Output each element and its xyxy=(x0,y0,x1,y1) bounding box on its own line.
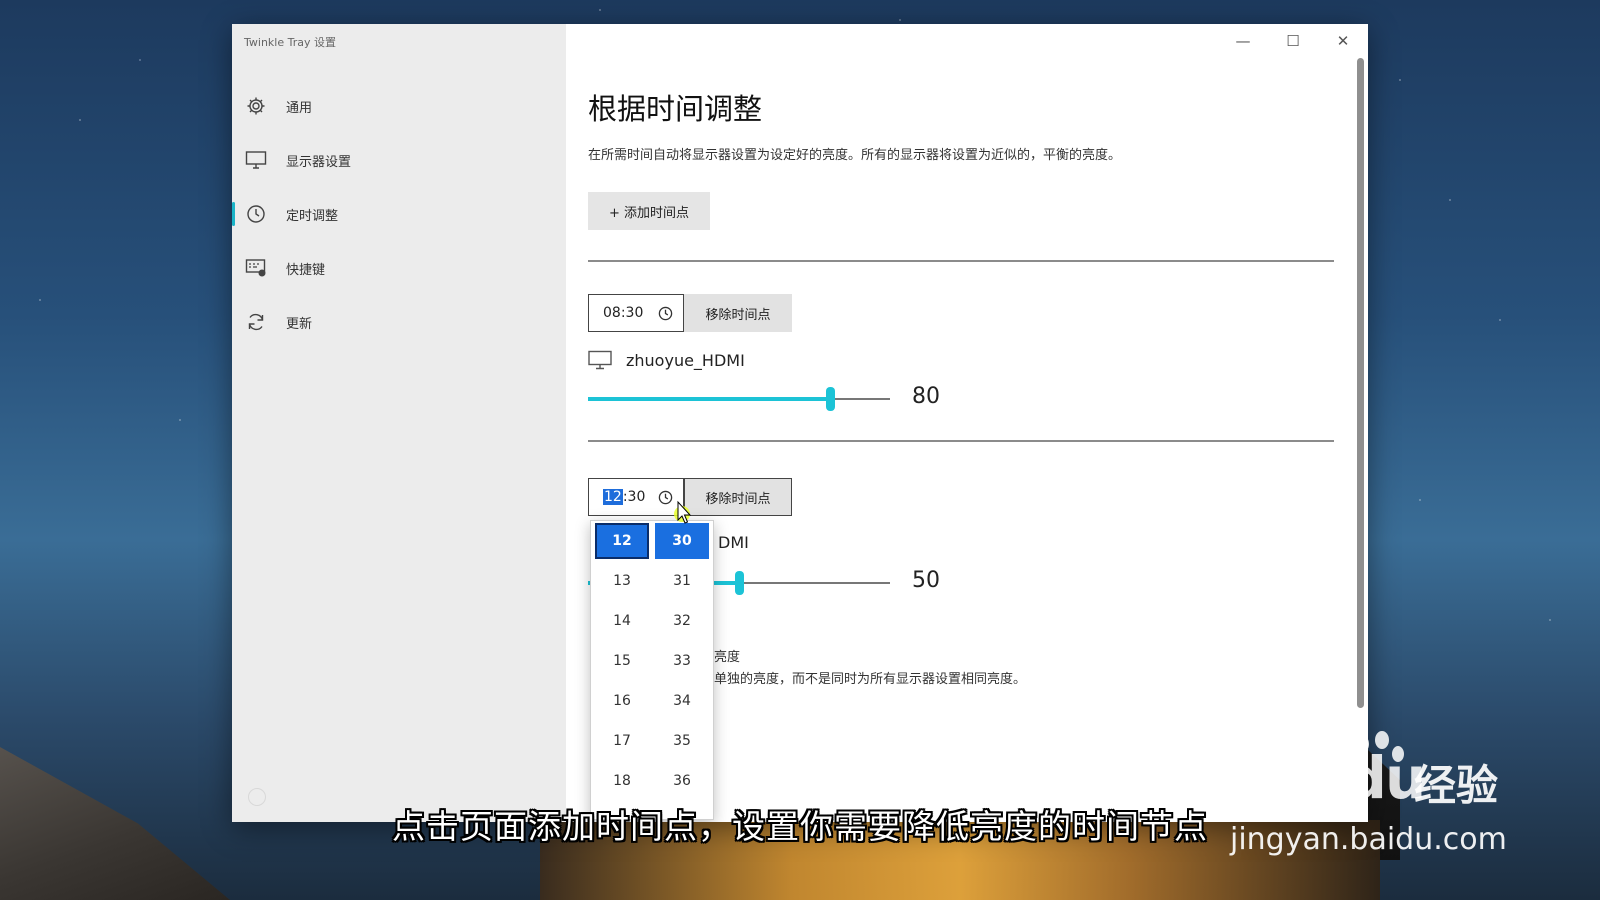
brightness-slider[interactable] xyxy=(588,384,890,414)
minute-option[interactable]: 32 xyxy=(653,601,711,641)
slider-thumb[interactable] xyxy=(825,387,835,411)
monitor-name: DMI xyxy=(718,533,749,552)
remove-time-point-button[interactable]: 移除时间点 xyxy=(684,478,792,516)
clock-icon xyxy=(658,306,673,325)
settings-window: Twinkle Tray 设置 通用 显示器设置 定时调整 快捷键 更新 — ☐… xyxy=(232,24,1368,822)
minute-option[interactable]: 31 xyxy=(653,561,711,601)
paw-logo-icon xyxy=(1344,731,1404,768)
minute-option[interactable]: 33 xyxy=(653,641,711,681)
time-input[interactable]: 12:30 xyxy=(588,478,684,516)
gear-icon xyxy=(244,94,268,118)
time-picker-dropdown[interactable]: 12 13 14 15 16 17 18 30 31 32 33 34 35 36 xyxy=(590,520,714,820)
main-content: 根据时间调整 在所需时间自动将显示器设置为设定好的亮度。所有的显示器将设置为近似… xyxy=(566,24,1368,822)
sidebar-item-label: 显示器设置 xyxy=(286,154,352,170)
baidu-watermark: Bai du 经验 jingyan.baidu.com xyxy=(1230,730,1530,860)
hour-option[interactable]: 18 xyxy=(593,761,651,801)
watermark-cn: 经验 xyxy=(1414,761,1499,810)
sidebar-item-hotkeys[interactable]: 快捷键 xyxy=(232,246,566,290)
sidebar-item-label: 定时调整 xyxy=(286,208,339,224)
hour-option[interactable]: 12 xyxy=(595,523,649,559)
minute-option[interactable]: 30 xyxy=(655,523,709,559)
monitor-name: zhuoyue_HDMI xyxy=(626,351,745,370)
clock-icon xyxy=(244,202,268,226)
time-hour-selected: 12 xyxy=(603,489,623,505)
sidebar-item-label: 快捷键 xyxy=(286,262,326,278)
hour-column[interactable]: 12 13 14 15 16 17 18 xyxy=(593,521,651,801)
minute-option[interactable]: 34 xyxy=(653,681,711,721)
monitor-icon xyxy=(588,350,612,374)
brightness-value: 50 xyxy=(912,568,940,593)
page-description: 在所需时间自动将显示器设置为设定好的亮度。所有的显示器将设置为近似的，平衡的亮度… xyxy=(588,148,1122,163)
sidebar-item-time-adjust[interactable]: 定时调整 xyxy=(232,192,566,236)
setting-description: 单独的亮度，而不是同时为所有显示器设置相同亮度。 xyxy=(714,672,1027,687)
keyboard-shortcut-icon xyxy=(244,256,268,280)
brightness-value: 80 xyxy=(912,384,940,409)
sidebar-item-label: 更新 xyxy=(286,316,313,332)
slider-fill xyxy=(588,397,830,401)
mouse-cursor-icon xyxy=(674,500,692,524)
app-title: Twinkle Tray 设置 xyxy=(244,36,336,49)
hour-option[interactable]: 17 xyxy=(593,721,651,761)
remove-time-point-button[interactable]: 移除时间点 xyxy=(684,294,792,332)
setting-title: 亮度 xyxy=(714,650,741,665)
sidebar-item-general[interactable]: 通用 xyxy=(232,84,566,128)
divider xyxy=(588,440,1334,442)
minute-option[interactable]: 35 xyxy=(653,721,711,761)
hour-option[interactable]: 14 xyxy=(593,601,651,641)
time-input[interactable]: 08:30 xyxy=(588,294,684,332)
time-value: 08:30 xyxy=(603,305,644,321)
clock-icon xyxy=(658,490,673,509)
minute-option[interactable]: 36 xyxy=(653,761,711,801)
refresh-icon xyxy=(244,310,268,334)
monitor-icon xyxy=(244,148,268,172)
divider xyxy=(588,260,1334,262)
hour-option[interactable]: 16 xyxy=(593,681,651,721)
sidebar-item-display-settings[interactable]: 显示器设置 xyxy=(232,138,566,182)
add-time-point-button[interactable]: + 添加时间点 xyxy=(588,192,710,230)
watermark-url: jingyan.baidu.com xyxy=(1230,822,1507,857)
sidebar-item-label: 通用 xyxy=(286,100,313,116)
sidebar-item-update[interactable]: 更新 xyxy=(232,300,566,344)
sidebar: Twinkle Tray 设置 通用 显示器设置 定时调整 快捷键 更新 xyxy=(232,24,566,822)
hour-option[interactable]: 15 xyxy=(593,641,651,681)
page-title: 根据时间调整 xyxy=(588,92,763,126)
time-rest: :30 xyxy=(622,489,646,505)
minute-column[interactable]: 30 31 32 33 34 35 36 xyxy=(653,521,711,801)
hour-option[interactable]: 13 xyxy=(593,561,651,601)
slider-thumb[interactable] xyxy=(735,571,744,595)
